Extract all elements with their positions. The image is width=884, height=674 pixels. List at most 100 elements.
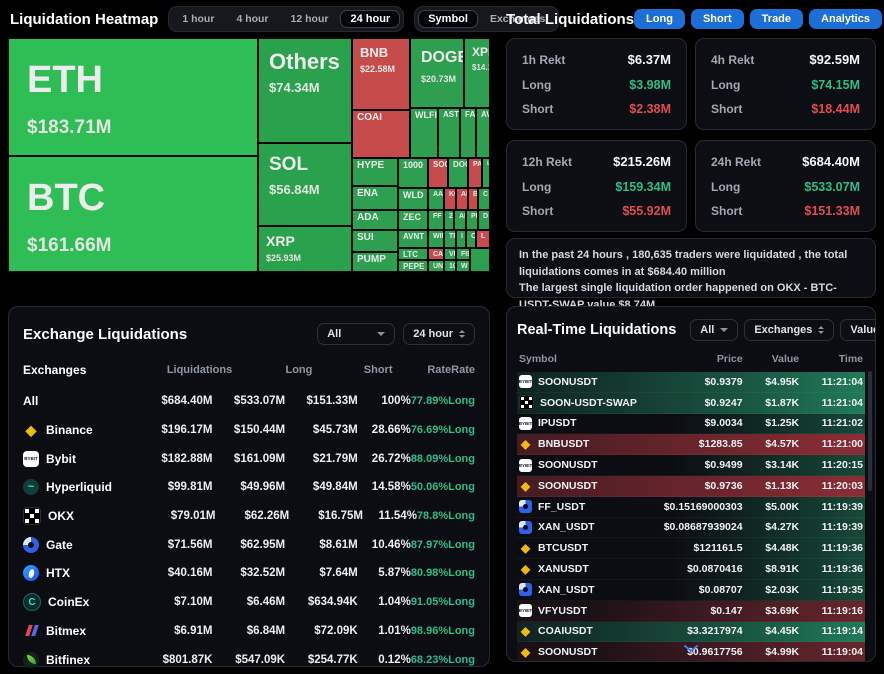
- heatmap-tile-1000[interactable]: 1000: [398, 158, 428, 188]
- heatmap-tile-pepe[interactable]: PEPE: [398, 260, 428, 272]
- exchange-filter-select[interactable]: All: [317, 323, 395, 345]
- heatmap-tile-coai[interactable]: COAI: [352, 110, 410, 158]
- table-row[interactable]: Bitfinex$801.87K$547.09K$254.77K0.12%68.…: [23, 645, 475, 674]
- gate-icon: [23, 537, 39, 553]
- table-row[interactable]: Gate$71.56M$62.95M$8.61M10.46%87.97%Long: [23, 530, 475, 559]
- timeframe-24h[interactable]: 24 hour: [340, 10, 400, 28]
- realtime-symbol-select[interactable]: All: [690, 319, 738, 341]
- heatmap-tile-2[interactable]: 2: [444, 210, 454, 230]
- heatmap-tile-ada[interactable]: ADA: [352, 210, 398, 230]
- binance-icon: [519, 479, 532, 492]
- timeframe-1h[interactable]: 1 hour: [172, 10, 224, 28]
- list-item[interactable]: XAN_USDT$0.08687939024$4.27K11:19:39: [517, 518, 865, 539]
- heatmap-tile-bnb[interactable]: BNB$22.58M: [352, 38, 410, 110]
- period-filter-select[interactable]: 24 hour: [403, 323, 475, 345]
- heatmap-tile-wif[interactable]: WIF: [428, 230, 444, 248]
- table-row[interactable]: HTX$40.16M$32.52M$7.64M5.87%80.98%Long: [23, 559, 475, 588]
- rekt-card-24h: 24h Rekt$684.40M Long$533.07M Short$151.…: [695, 140, 876, 232]
- analytics-button[interactable]: Analytics: [809, 9, 882, 29]
- list-item[interactable]: SOONUSDT$0.9379$4.95K11:21:04: [517, 372, 865, 393]
- heatmap-tile-tr[interactable]: TR: [444, 230, 456, 248]
- heatmap-tile-hype[interactable]: HYPE: [352, 158, 398, 186]
- table-row[interactable]: All$684.40M$533.07M$151.33M100%77.89%Lon…: [23, 387, 475, 416]
- rekt-card-1h: 1h Rekt$6.37M Long$3.98M Short$2.38M: [506, 38, 687, 130]
- heatmap-tile-zec[interactable]: ZEC: [398, 210, 428, 230]
- heatmap-tile-i[interactable]: I: [456, 230, 466, 248]
- card-short-label: Short: [711, 102, 742, 116]
- table-row[interactable]: CoinEx$7.10M$6.46M$634.94K1.04%91.05%Lon…: [23, 588, 475, 617]
- list-item[interactable]: SOON-USDT-SWAP$0.9247$1.87K11:21:04: [517, 393, 865, 414]
- heatmap-tile-cak[interactable]: CAK: [428, 248, 444, 260]
- list-item[interactable]: BTCUSDT$121161.5$4.48K11:19:36: [517, 538, 865, 559]
- bybit-icon: [519, 459, 532, 472]
- card-short-value: $55.92M: [622, 204, 671, 218]
- timeframe-12h[interactable]: 12 hour: [281, 10, 339, 28]
- list-item[interactable]: FF_USDT$0.15169000303$5.00K11:19:39: [517, 497, 865, 518]
- heatmap-tile-xrp[interactable]: XRP$25.93M: [258, 226, 352, 272]
- list-item[interactable]: IPUSDT$9.0034$1.25K11:21:02: [517, 414, 865, 435]
- heatmap-tile-vf[interactable]: VF: [444, 248, 456, 260]
- heatmap-tile-lin[interactable]: LIN: [482, 158, 490, 188]
- card-long-value: $533.07M: [804, 180, 860, 194]
- heatmap-tile-w[interactable]: W: [456, 260, 470, 272]
- heatmap-tile-others[interactable]: Others$74.34M: [258, 38, 352, 143]
- heatmap-tile-o[interactable]: O: [466, 230, 476, 248]
- list-item[interactable]: BNBUSDT$1283.85$4.57K11:21:00: [517, 434, 865, 455]
- heatmap-tile-ena[interactable]: ENA: [352, 186, 398, 210]
- heatmap-tile-fil[interactable]: FIL: [456, 248, 470, 260]
- heatmap-tile-pax[interactable]: PAX: [468, 158, 482, 188]
- heatmap-tile-wld[interactable]: WLD: [398, 188, 428, 210]
- heatmap-tile-bi[interactable]: BI: [468, 188, 478, 210]
- table-row[interactable]: Hyperliquid$99.81M$49.96M$49.84M14.58%50…: [23, 473, 475, 502]
- exchange-liquidations-panel: Exchange Liquidations All 24 hour Exchan…: [8, 306, 490, 667]
- view-toggle-symbol[interactable]: Symbol: [418, 10, 478, 28]
- heatmap-tile-far[interactable]: FAR: [460, 108, 476, 158]
- heatmap-tile-wlfi[interactable]: WLFI: [410, 108, 438, 158]
- list-item[interactable]: SOONUSDT$0.9499$3.14K11:20:15: [517, 455, 865, 476]
- heatmap-tile-c[interactable]: C: [478, 188, 490, 210]
- scrollbar[interactable]: [868, 371, 872, 491]
- card-total: $215.26M: [613, 154, 671, 169]
- table-row[interactable]: Bybit$182.88M$161.09M$21.79M26.72%88.09%…: [23, 444, 475, 473]
- heatmap-tile-ltc[interactable]: LTC: [398, 248, 428, 260]
- heatmap-tile-l[interactable]: L: [476, 230, 490, 248]
- heatmap-tile-blank[interactable]: [470, 248, 490, 272]
- realtime-value-select[interactable]: Value: [840, 319, 876, 341]
- trade-button[interactable]: Trade: [750, 9, 803, 29]
- heatmap-tile-dog[interactable]: DOG: [448, 158, 468, 188]
- list-item[interactable]: XAN_USDT$0.08707$2.03K11:19:35: [517, 580, 865, 601]
- heatmap-tile-sui[interactable]: SUI: [352, 230, 398, 252]
- heatmap-tile-aa[interactable]: AA: [428, 188, 444, 210]
- heatmap-tile-sol[interactable]: SOL$56.84M: [258, 143, 352, 226]
- short-button[interactable]: Short: [691, 9, 744, 29]
- heatmap-tile-uni[interactable]: UNI: [428, 260, 444, 272]
- timeframe-4h[interactable]: 4 hour: [226, 10, 278, 28]
- table-row[interactable]: OKX$79.01M$62.26M$16.75M11.54%78.8%Long: [23, 502, 475, 531]
- long-button[interactable]: Long: [634, 9, 685, 29]
- list-item[interactable]: XANUSDT$0.0870416$8.91K11:19:36: [517, 559, 865, 580]
- heatmap-tile-kg[interactable]: KG: [444, 188, 456, 210]
- heatmap-tile-doge[interactable]: DOGE$20.73M: [410, 38, 464, 108]
- list-item[interactable]: VFYUSDT$0.147$3.69K11:19:16: [517, 601, 865, 622]
- heatmap-tile-pump[interactable]: PUMP: [352, 252, 398, 272]
- heatmap-tile-d[interactable]: D: [478, 210, 490, 230]
- heatmap-tile-pi[interactable]: PI: [466, 210, 478, 230]
- expand-chevron[interactable]: [507, 640, 875, 658]
- heatmap-tile-ff[interactable]: FF: [428, 210, 444, 230]
- heatmap-tile-ai[interactable]: AI: [456, 188, 468, 210]
- list-item[interactable]: SOONUSDT$0.9736$1.13K11:20:03: [517, 476, 865, 497]
- heatmap-tile-soo[interactable]: SOO: [428, 158, 448, 188]
- heatmap-tile-10[interactable]: 10: [444, 260, 456, 272]
- chevron-down-icon: [684, 645, 698, 653]
- realtime-exchanges-select[interactable]: Exchanges: [744, 319, 834, 341]
- table-row[interactable]: Binance$196.17M$150.44M$45.73M28.66%76.6…: [23, 416, 475, 445]
- heatmap-tile-avnt[interactable]: AVNT: [398, 230, 428, 248]
- heatmap-tile-xpl[interactable]: XPL$14.11M: [464, 38, 490, 108]
- heatmap-treemap: ETH$183.71MBTC$161.66MOthers$74.34MSOL$5…: [8, 38, 490, 272]
- heatmap-tile-ava[interactable]: AVA: [476, 108, 490, 158]
- heatmap-tile-al[interactable]: AL: [454, 210, 466, 230]
- heatmap-tile-eth[interactable]: ETH$183.71M: [8, 38, 258, 156]
- heatmap-tile-btc[interactable]: BTC$161.66M: [8, 156, 258, 272]
- heatmap-tile-aste[interactable]: ASTE: [438, 108, 460, 158]
- table-row[interactable]: Bitmex$6.91M$6.84M$72.09K1.01%98.96%Long: [23, 617, 475, 646]
